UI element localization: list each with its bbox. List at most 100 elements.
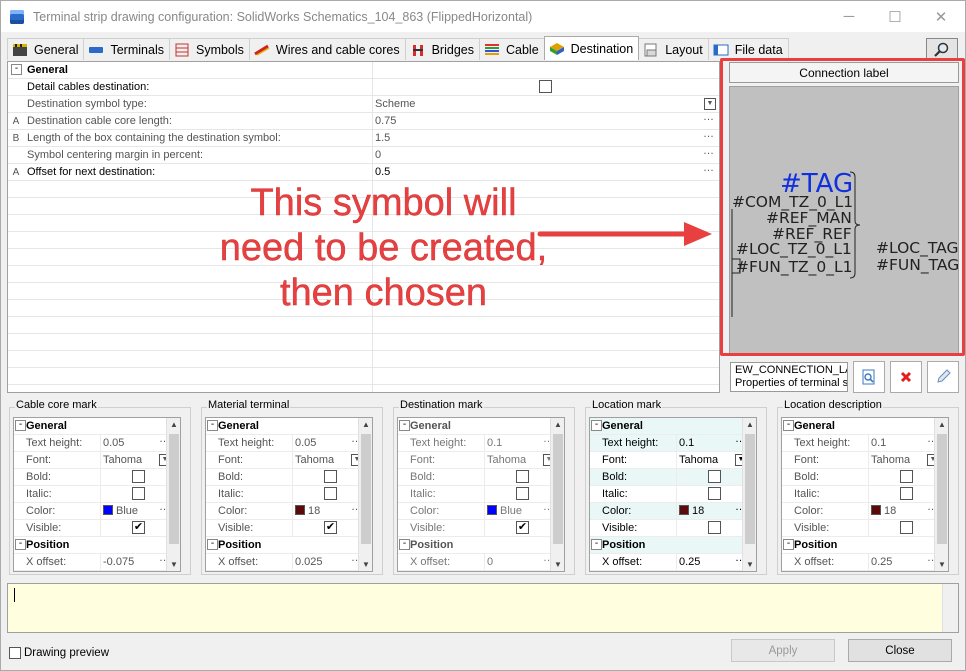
color-swatch[interactable] <box>679 505 689 515</box>
row-value[interactable]: Tahoma <box>103 454 142 466</box>
collapse-icon[interactable]: - <box>399 539 410 550</box>
checkbox[interactable] <box>900 521 913 534</box>
color-row[interactable]: Color: Blue… <box>398 501 564 520</box>
comment-area[interactable] <box>7 583 959 633</box>
checkbox[interactable] <box>516 470 529 483</box>
font-row[interactable]: Font: Tahoma ▼ <box>14 452 180 469</box>
tab-file-data[interactable]: File data <box>707 38 789 60</box>
tab-cable[interactable]: Cable <box>478 38 545 60</box>
checkbox[interactable] <box>708 521 721 534</box>
color-row[interactable]: Color: 18… <box>590 501 756 520</box>
detail-cables-checkbox[interactable] <box>539 80 552 93</box>
row-value[interactable]: 0 <box>487 556 493 568</box>
connection-label-list[interactable]: EW_CONNECTION_LA Properties of terminal … <box>730 362 848 392</box>
scroll-thumb[interactable] <box>361 434 371 544</box>
property-row[interactable]: Symbol centering margin in percent: 0… <box>8 145 719 164</box>
color-row[interactable]: Color: 18… <box>782 501 948 520</box>
visible-row[interactable]: Visible: <box>782 520 948 537</box>
row-value[interactable]: Tahoma <box>487 454 526 466</box>
scroll-up-icon[interactable]: ▲ <box>362 420 370 429</box>
scroll-up-icon[interactable]: ▲ <box>554 420 562 429</box>
checkbox[interactable] <box>516 487 529 500</box>
row-value[interactable]: 0.05 <box>103 437 124 449</box>
general-header[interactable]: - General <box>206 418 372 435</box>
checkbox[interactable] <box>132 470 145 483</box>
property-row[interactable]: A Offset for next destination: 0.5… <box>8 162 719 181</box>
property-row[interactable]: B Length of the box containing the destin… <box>8 128 719 147</box>
scroll-up-icon[interactable]: ▲ <box>938 420 946 429</box>
collapse-icon[interactable]: - <box>15 420 26 431</box>
drawing-preview-checkbox[interactable]: Drawing preview <box>9 647 109 659</box>
checkbox-box[interactable] <box>9 647 21 659</box>
property-row[interactable]: Detail cables destination: <box>8 79 719 96</box>
color-swatch[interactable] <box>295 505 305 515</box>
font-row[interactable]: Font: Tahoma ▼ <box>590 452 756 469</box>
scroll-down-icon[interactable]: ▼ <box>554 560 562 569</box>
x-offset-row[interactable]: X offset: 0.25… <box>590 552 756 571</box>
visible-row[interactable]: Visible: ✔ <box>206 520 372 537</box>
property-value[interactable]: 0.75 <box>375 115 396 127</box>
dropdown-arrow-icon[interactable]: ▼ <box>704 98 716 110</box>
edit-symbol-button[interactable] <box>927 361 959 393</box>
tab-terminals[interactable]: Terminals <box>83 38 170 60</box>
property-value[interactable]: 0 <box>375 149 381 161</box>
close-window-button[interactable]: ✕ <box>918 1 964 32</box>
delete-symbol-button[interactable] <box>890 361 922 393</box>
bold-row[interactable]: Bold: <box>206 469 372 486</box>
general-header[interactable]: - General <box>782 418 948 435</box>
visible-row[interactable]: Visible: ✔ <box>398 520 564 537</box>
checkbox[interactable] <box>324 470 337 483</box>
connection-label-item[interactable]: EW_CONNECTION_LA <box>735 364 847 377</box>
x-offset-row[interactable]: X offset: -0.075… <box>14 552 180 571</box>
italic-row[interactable]: Italic: <box>206 486 372 503</box>
text-height-row[interactable]: Text height: 0.1… <box>398 433 564 452</box>
collapse-icon[interactable]: - <box>591 420 602 431</box>
tab-general[interactable]: General <box>7 38 85 60</box>
group-scrollbar[interactable]: ▲ ▼ <box>358 418 372 571</box>
color-swatch[interactable] <box>103 505 113 515</box>
scroll-thumb[interactable] <box>745 434 755 544</box>
scroll-thumb[interactable] <box>937 434 947 544</box>
font-row[interactable]: Font: Tahoma ▼ <box>206 452 372 469</box>
checkbox[interactable]: ✔ <box>516 521 529 534</box>
tab-layout[interactable]: Layout <box>638 38 709 60</box>
property-row[interactable]: A Destination cable core length: 0.75… <box>8 111 719 130</box>
row-value[interactable]: 0.05 <box>295 437 316 449</box>
checkbox[interactable] <box>324 487 337 500</box>
ellipsis-icon[interactable]: … <box>703 128 714 140</box>
collapse-icon[interactable]: - <box>399 420 410 431</box>
collapse-icon[interactable]: - <box>591 539 602 550</box>
row-value[interactable]: 0.25 <box>871 556 892 568</box>
maximize-button[interactable]: ☐ <box>872 1 918 32</box>
italic-row[interactable]: Italic: <box>590 486 756 503</box>
property-value[interactable]: Scheme <box>375 98 415 110</box>
checkbox[interactable] <box>708 487 721 500</box>
color-swatch[interactable] <box>487 505 497 515</box>
color-swatch[interactable] <box>871 505 881 515</box>
checkbox[interactable]: ✔ <box>324 521 337 534</box>
row-value[interactable]: Tahoma <box>679 454 718 466</box>
bold-row[interactable]: Bold: <box>14 469 180 486</box>
scroll-up-icon[interactable]: ▲ <box>170 420 178 429</box>
scroll-down-icon[interactable]: ▼ <box>938 560 946 569</box>
scroll-thumb[interactable] <box>169 434 179 544</box>
connection-label-item[interactable]: Properties of terminal stri <box>735 377 847 390</box>
checkbox[interactable] <box>132 487 145 500</box>
ellipsis-icon[interactable]: … <box>703 162 714 174</box>
scroll-up-icon[interactable]: ▲ <box>746 420 754 429</box>
checkbox[interactable] <box>900 487 913 500</box>
x-offset-row[interactable]: X offset: 0… <box>398 552 564 571</box>
text-height-row[interactable]: Text height: 0.1… <box>782 433 948 452</box>
x-offset-row[interactable]: X offset: 0.025… <box>206 552 372 571</box>
property-value[interactable]: 0.5 <box>375 166 390 178</box>
checkbox[interactable] <box>900 470 913 483</box>
font-row[interactable]: Font: Tahoma ▼ <box>782 452 948 469</box>
position-header[interactable]: - Position <box>206 537 372 554</box>
collapse-icon[interactable]: - <box>207 539 218 550</box>
property-row[interactable]: Destination symbol type: Scheme ▼ <box>8 96 719 113</box>
tab-wires-and-cable-cores[interactable]: Wires and cable cores <box>248 38 406 60</box>
group-scrollbar[interactable]: ▲ ▼ <box>934 418 948 571</box>
bold-row[interactable]: Bold: <box>782 469 948 486</box>
tab-symbols[interactable]: Symbols <box>168 38 250 60</box>
comment-scrollbar[interactable] <box>942 584 958 632</box>
